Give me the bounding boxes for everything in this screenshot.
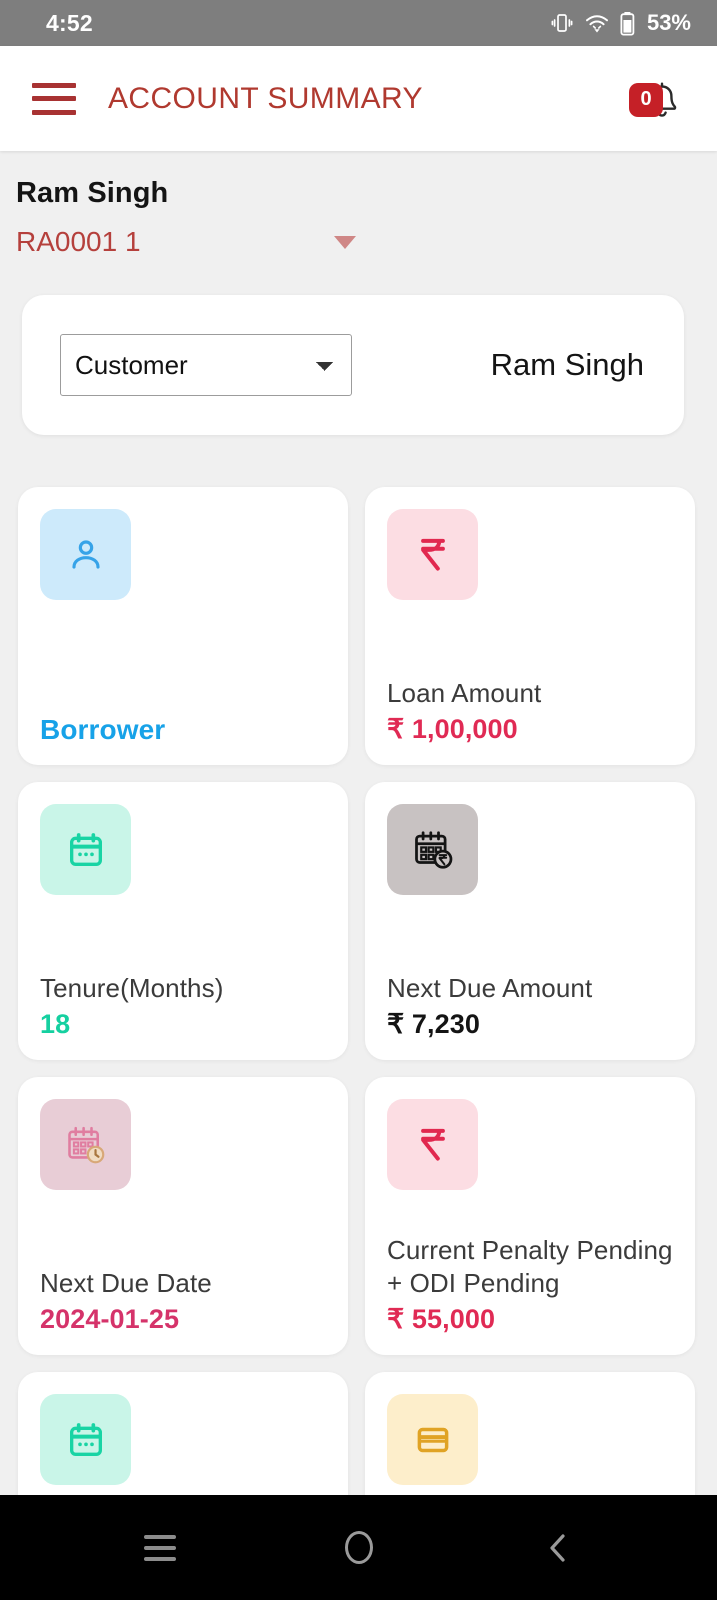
card-borrower[interactable]: Borrower — [18, 487, 348, 765]
calendar-icon-tile-partial — [40, 1394, 131, 1485]
rupee-icon-tile-penalty — [387, 1099, 478, 1190]
account-id-label: RA0001 1 — [16, 226, 141, 257]
home-icon — [344, 1531, 373, 1564]
calendar-icon-tile — [40, 804, 131, 895]
calendar-rupee-icon-tile — [387, 804, 478, 895]
customer-name: Ram Singh — [16, 177, 169, 209]
phone-screen: 4:52 53% ACCOUNT SUMMARY 0 Ram Singh RA0… — [0, 0, 717, 1600]
card-text-tenure-months: Tenure(Months) 18 — [40, 972, 328, 1042]
card-text-current-penalty: Current Penalty Pending + ODI Pending ₹ … — [387, 1234, 675, 1337]
recents-icon — [143, 1534, 176, 1561]
notification-count-badge: 0 — [629, 82, 663, 117]
card-next-due-date[interactable]: Next Due Date 2024-01-25 — [18, 1077, 348, 1355]
card-label-next-due-amount: Next Due Amount — [387, 973, 593, 1004]
customer-type-select[interactable]: Customer — [60, 334, 352, 396]
account-selector-row[interactable]: RA0001 1 — [16, 226, 356, 258]
credit-card-icon-tile — [387, 1394, 478, 1485]
calendar-rupee-icon — [414, 830, 452, 869]
card-loan-amount[interactable]: Loan Amount ₹ 1,00,000 — [365, 487, 695, 765]
card-current-penalty-odi-pending[interactable]: Current Penalty Pending + ODI Pending ₹ … — [365, 1077, 695, 1355]
hamburger-menu-icon[interactable] — [32, 82, 76, 115]
system-navigation-bar — [0, 1495, 717, 1600]
content-scroll-area[interactable]: Ram Singh RA0001 1 Customer Ram Singh Bo… — [0, 151, 717, 1495]
rupee-icon-tile — [387, 509, 478, 600]
card-label-next-due-date: Next Due Date — [40, 1268, 212, 1299]
calendar-icon — [69, 832, 102, 866]
calendar-clock-icon — [67, 1126, 104, 1163]
card-label-tenure-months: Tenure(Months) — [40, 973, 224, 1004]
app-bar: ACCOUNT SUMMARY 0 — [0, 46, 717, 151]
notification-bell-button[interactable]: 0 — [627, 69, 687, 129]
recents-button[interactable] — [120, 1513, 200, 1583]
card-value-tenure-months: 18 — [40, 1009, 71, 1040]
rupee-icon — [420, 1128, 445, 1161]
battery-icon — [620, 11, 635, 36]
card-text-borrower: Borrower — [40, 710, 328, 747]
battery-percent: 53% — [646, 10, 691, 35]
calendar-icon — [69, 1422, 102, 1456]
credit-card-icon — [417, 1427, 448, 1452]
card-text-next-due-amount: Next Due Amount ₹ 7,230 — [387, 972, 675, 1042]
customer-header: Ram Singh RA0001 1 — [0, 151, 717, 258]
person-icon — [71, 539, 100, 569]
card-next-due-amount[interactable]: Next Due Amount ₹ 7,230 — [365, 782, 695, 1060]
card-tenure-months[interactable]: Tenure(Months) 18 — [18, 782, 348, 1060]
card-text-loan-amount: Loan Amount ₹ 1,00,000 — [387, 677, 675, 747]
back-icon — [549, 1533, 565, 1562]
card-partial-card-payment[interactable] — [365, 1372, 695, 1495]
card-partial-calendar[interactable] — [18, 1372, 348, 1495]
card-value-loan-amount: ₹ 1,00,000 — [387, 714, 518, 745]
card-value-next-due-date: 2024-01-25 — [40, 1304, 180, 1335]
summary-card-grid: Borrower Loan Amount ₹ 1,00,000 Tenure(M… — [18, 487, 695, 1495]
status-time: 4:52 — [46, 9, 93, 36]
rupee-icon — [420, 538, 445, 571]
card-value-borrower: Borrower — [40, 714, 166, 745]
person-icon-tile — [40, 509, 131, 600]
status-bar: 4:52 53% — [0, 0, 717, 46]
wifi-icon — [584, 11, 610, 35]
customer-selector-card: Customer Ram Singh — [22, 295, 684, 435]
page-title: ACCOUNT SUMMARY — [108, 81, 423, 115]
status-indicators: 53% — [550, 10, 691, 36]
card-label-current-penalty: Current Penalty Pending + ODI Pending — [387, 1234, 673, 1299]
back-button[interactable] — [518, 1513, 598, 1583]
home-button[interactable] — [319, 1513, 399, 1583]
card-value-current-penalty: ₹ 55,000 — [387, 1304, 496, 1335]
selected-customer-name: Ram Singh — [490, 347, 644, 382]
card-label-loan-amount: Loan Amount — [387, 678, 542, 709]
caret-down-icon[interactable] — [334, 235, 356, 249]
calendar-clock-icon-tile — [40, 1099, 131, 1190]
card-value-next-due-amount: ₹ 7,230 — [387, 1009, 480, 1040]
card-text-next-due-date: Next Due Date 2024-01-25 — [40, 1267, 328, 1337]
vibrate-icon — [550, 11, 574, 35]
